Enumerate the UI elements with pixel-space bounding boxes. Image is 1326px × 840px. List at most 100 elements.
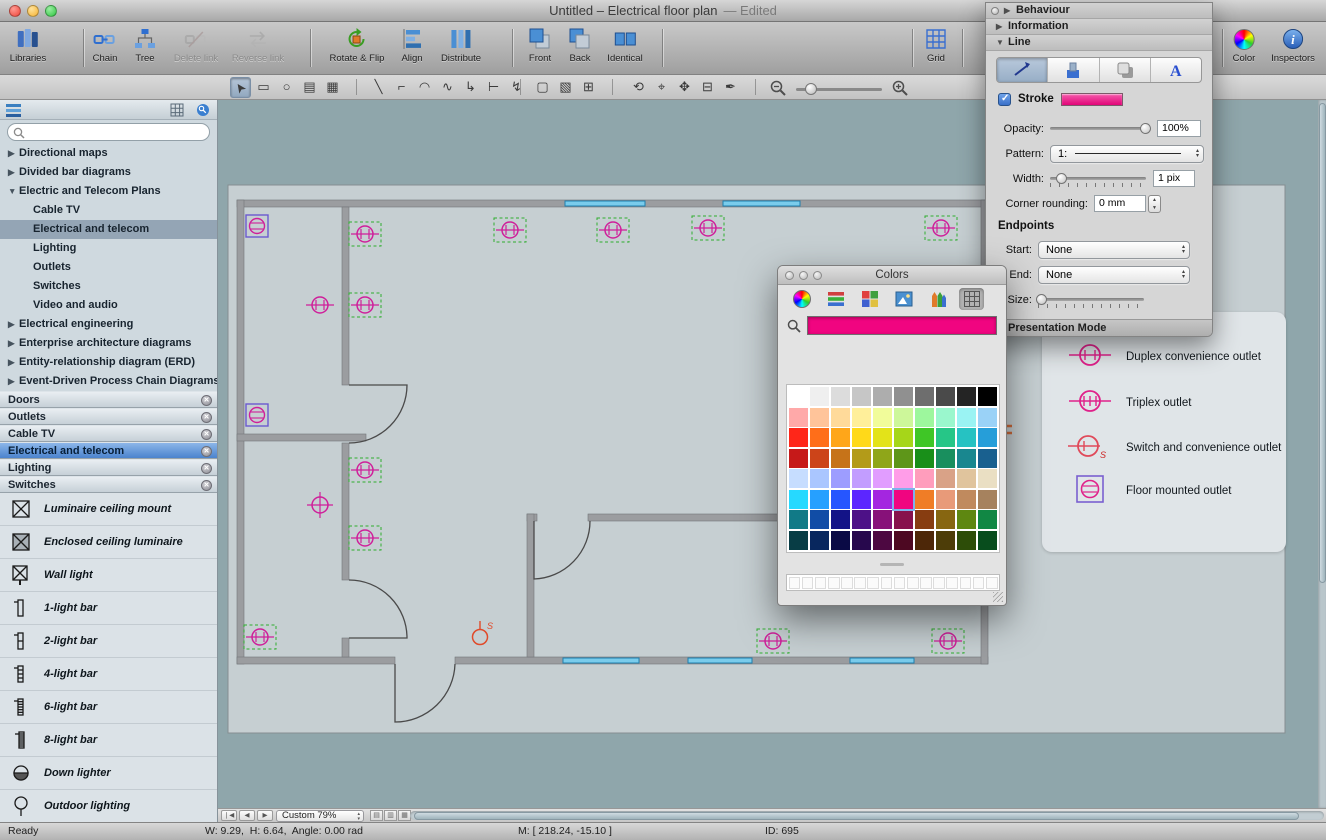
image-palettes-tab[interactable]	[891, 288, 916, 310]
vertical-scrollbar-thumb[interactable]	[1319, 103, 1326, 583]
toolbar-inspectors-button[interactable]: i Inspectors	[1271, 25, 1315, 64]
tool-text-button[interactable]: ▤	[299, 77, 320, 98]
custom-color-slot[interactable]	[789, 577, 801, 589]
color-swatch[interactable]	[852, 531, 871, 550]
color-swatch[interactable]	[852, 510, 871, 529]
next-page-button[interactable]: ▶	[257, 810, 273, 821]
stencil-item[interactable]: 2-light bar	[0, 625, 217, 658]
inspector-section-line[interactable]: ▼ Line	[986, 35, 1212, 51]
zoom-slider[interactable]	[796, 88, 882, 91]
color-swatch[interactable]	[957, 387, 976, 406]
color-swatch[interactable]	[978, 408, 997, 427]
previous-page-button[interactable]: ◀	[239, 810, 255, 821]
color-swatch[interactable]	[936, 490, 955, 509]
custom-color-slot[interactable]	[933, 577, 945, 589]
library-section-electrical-and-telecom[interactable]: Electrical and telecom✕	[0, 442, 217, 459]
color-swatch[interactable]	[957, 531, 976, 550]
tool-arc-button[interactable]: ◠	[414, 77, 435, 98]
color-sliders-tab[interactable]	[823, 288, 848, 310]
inspector-section-behaviour[interactable]: ▶ Behaviour	[986, 3, 1212, 19]
color-swatch[interactable]	[915, 408, 934, 427]
color-swatch[interactable]	[789, 531, 808, 550]
symbol-legend[interactable]: Duplex convenience outletTriplex outletS…	[1042, 312, 1286, 552]
custom-color-slot[interactable]	[881, 577, 893, 589]
color-swatch[interactable]	[789, 408, 808, 427]
custom-color-slot[interactable]	[854, 577, 866, 589]
color-palettes-tab[interactable]	[857, 288, 882, 310]
disclosure-triangle-icon[interactable]: ▶	[8, 144, 19, 163]
color-swatch[interactable]	[936, 387, 955, 406]
resize-grip-icon[interactable]	[993, 592, 1003, 602]
close-library-icon[interactable]: ✕	[201, 395, 212, 406]
color-swatch[interactable]	[873, 531, 892, 550]
stroke-style-tab[interactable]	[997, 58, 1048, 82]
tool-tree-connector-button[interactable]: ⊢	[483, 77, 504, 98]
stencil-item[interactable]: Enclosed ceiling luminaire	[0, 526, 217, 559]
tool-rotate-button[interactable]: ⟲	[628, 77, 649, 98]
width-value-field[interactable]: 1 pix	[1153, 170, 1195, 187]
color-swatch[interactable]	[894, 510, 913, 529]
color-wheel-tab[interactable]	[789, 288, 814, 310]
search-box[interactable]	[7, 123, 210, 141]
custom-color-slot[interactable]	[960, 577, 972, 589]
stencil-item[interactable]: Wall light	[0, 559, 217, 592]
color-swatch[interactable]	[915, 531, 934, 550]
first-page-button[interactable]: ❘◀	[221, 810, 237, 821]
color-swatch[interactable]	[789, 449, 808, 468]
tool-rectangle-button[interactable]: ▭	[253, 77, 274, 98]
color-swatch[interactable]	[852, 408, 871, 427]
color-grid-tab[interactable]	[959, 288, 984, 310]
zoom-window-button[interactable]	[45, 5, 57, 17]
color-swatch[interactable]	[957, 510, 976, 529]
stencil-item[interactable]: Luminaire ceiling mount	[0, 493, 217, 526]
color-swatch[interactable]	[915, 428, 934, 447]
library-tree-item[interactable]: Video and audio	[0, 296, 217, 315]
toolbar-identical-button[interactable]: Identical	[607, 25, 642, 64]
tool-smart-connector-button[interactable]: ↯	[506, 77, 527, 98]
opacity-slider-knob[interactable]	[1140, 123, 1151, 134]
toolbar-distribute-button[interactable]: Distribute	[441, 25, 481, 64]
color-swatch[interactable]	[810, 408, 829, 427]
color-swatch[interactable]	[873, 387, 892, 406]
toolbar-rotate-flip-button[interactable]: Rotate & Flip	[330, 25, 385, 64]
disclosure-triangle-icon[interactable]: ▶	[8, 334, 19, 353]
color-swatch[interactable]	[894, 428, 913, 447]
opacity-slider[interactable]	[1050, 127, 1150, 130]
legend-item[interactable]: Floor mounted outlet	[1064, 476, 1231, 506]
tool-table-button[interactable]: ▦	[322, 77, 343, 98]
tool-ellipse-button[interactable]: ○	[276, 77, 297, 98]
palette-splitter-handle[interactable]	[880, 563, 904, 566]
color-swatch[interactable]	[831, 408, 850, 427]
fill-style-tab[interactable]	[1048, 58, 1099, 82]
color-swatch[interactable]	[936, 510, 955, 529]
disclosure-triangle-icon[interactable]: ▶	[1004, 3, 1010, 18]
close-dialog-button[interactable]	[785, 271, 794, 280]
zoom-slider-knob[interactable]	[805, 83, 817, 95]
color-swatch[interactable]	[831, 387, 850, 406]
color-swatch[interactable]	[957, 469, 976, 488]
zoom-level-popup[interactable]: Custom 79%	[276, 810, 364, 822]
pattern-popup[interactable]: 1:	[1050, 145, 1204, 163]
opacity-value-field[interactable]: 100%	[1157, 120, 1201, 137]
tool-marquee-button[interactable]: ▢	[532, 77, 553, 98]
corner-rounding-stepper[interactable]: ▲▼	[1148, 195, 1161, 213]
tool-pan-button[interactable]: ✥	[674, 77, 695, 98]
toolbar-align-button[interactable]: Align	[400, 25, 424, 64]
color-swatch[interactable]	[915, 387, 934, 406]
close-library-icon[interactable]: ✕	[201, 412, 212, 423]
stencil-item[interactable]: 1-light bar	[0, 592, 217, 625]
library-tree-item[interactable]: Lighting	[0, 239, 217, 258]
close-library-icon[interactable]: ✕	[201, 480, 212, 491]
panel-widget-icon[interactable]	[991, 7, 999, 15]
color-swatch[interactable]	[852, 428, 871, 447]
color-swatch[interactable]	[852, 449, 871, 468]
toolbar-chain-button[interactable]: Chain	[93, 25, 118, 64]
color-swatch[interactable]	[894, 408, 913, 427]
stencil-item[interactable]: Down lighter	[0, 757, 217, 790]
stencil-item[interactable]: Outdoor lighting	[0, 790, 217, 822]
custom-color-slot[interactable]	[828, 577, 840, 589]
minimize-window-button[interactable]	[27, 5, 39, 17]
color-swatch[interactable]	[810, 510, 829, 529]
color-swatch[interactable]	[957, 449, 976, 468]
stroke-checkbox[interactable]	[998, 93, 1011, 106]
